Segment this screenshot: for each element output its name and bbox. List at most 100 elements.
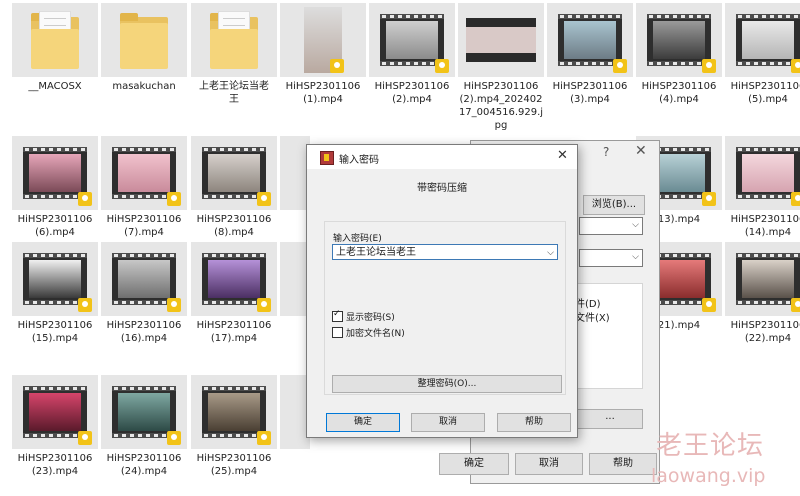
- browse-button[interactable]: 浏览(B)...: [583, 195, 645, 215]
- file-tile[interactable]: HiHSP2301106 (14).mp4: [725, 136, 800, 239]
- film-strip-icon: [380, 14, 444, 66]
- chevron-down-icon: ⌵: [632, 252, 639, 262]
- player-badge-icon: [78, 298, 92, 312]
- file-tile[interactable]: masakuchan: [101, 3, 187, 93]
- winrar-app-icon: [320, 151, 334, 165]
- ok-button[interactable]: 确定: [439, 453, 509, 475]
- player-badge-icon: [257, 298, 271, 312]
- file-tile[interactable]: HiHSP2301106 (2).mp4_202402 17_004516.92…: [458, 3, 544, 132]
- player-badge-icon: [702, 298, 716, 312]
- film-strip-icon: [647, 14, 711, 66]
- cancel-button[interactable]: 取消: [411, 413, 485, 432]
- image-preview: [466, 18, 536, 62]
- archive-option-label[interactable]: 件(D): [575, 295, 601, 310]
- organize-passwords-button[interactable]: 整理密码(O)...: [332, 375, 562, 393]
- film-strip-icon: [23, 253, 87, 305]
- file-tile[interactable]: HiHSP2301106 (25).mp4: [191, 375, 277, 478]
- file-name: HiHSP2301106 (3).mp4: [552, 81, 628, 105]
- watermark-text: 老王论坛: [656, 431, 765, 461]
- video-thumbnail: [280, 3, 366, 77]
- player-badge-icon: [257, 192, 271, 206]
- file-name: HiHSP2301106 (4).mp4: [641, 81, 717, 105]
- file-name: HiHSP2301106 (7).mp4: [106, 214, 182, 238]
- film-strip-icon: [23, 147, 87, 199]
- file-tile[interactable]: HiHSP2301106 (4).mp4: [636, 3, 722, 106]
- player-badge-icon: [702, 192, 716, 206]
- film-strip-icon: [202, 147, 266, 199]
- file-name: HiHSP2301106 (15).mp4: [17, 320, 93, 344]
- video-thumbnail: [191, 375, 277, 449]
- file-tile[interactable]: __MACOSX: [12, 3, 98, 93]
- show-password-checkbox[interactable]: 显示密码(S): [332, 309, 395, 323]
- player-badge-icon: [167, 431, 181, 445]
- close-icon[interactable]: ✕: [557, 148, 568, 163]
- file-name: HiHSP2301106 (14).mp4: [730, 214, 800, 238]
- player-badge-icon: [791, 298, 800, 312]
- file-name: HiHSP2301106 (1).mp4: [285, 81, 361, 105]
- archive-option-label[interactable]: 文件(X): [575, 309, 610, 324]
- file-name: HiHSP2301106 (23).mp4: [17, 453, 93, 477]
- file-tile[interactable]: HiHSP2301106 (16).mp4: [101, 242, 187, 345]
- password-input[interactable]: 上老王论坛当老王 ⌵: [332, 244, 558, 260]
- file-tile[interactable]: HiHSP2301106 (23).mp4: [12, 375, 98, 478]
- show-password-label: 显示密码(S): [346, 313, 395, 323]
- file-tile[interactable]: HiHSP2301106 (6).mp4: [12, 136, 98, 239]
- video-thumbnail: [101, 242, 187, 316]
- password-label: 输入密码(E): [333, 234, 382, 244]
- file-tile[interactable]: HiHSP2301106 (2).mp4: [369, 3, 455, 106]
- help-button[interactable]: 帮助: [497, 413, 571, 432]
- video-thumbnail: [725, 136, 800, 210]
- ok-button[interactable]: 确定: [326, 413, 400, 432]
- file-tile[interactable]: HiHSP2301106 (3).mp4: [547, 3, 633, 106]
- more-button[interactable]: ...: [577, 409, 643, 429]
- file-tile[interactable]: HiHSP2301106 (22).mp4: [725, 242, 800, 345]
- help-button[interactable]: 帮助: [589, 453, 657, 475]
- chevron-down-icon: ⌵: [632, 220, 639, 230]
- watermark-url: laowang.vip: [651, 465, 766, 487]
- dialog-titlebar[interactable]: 输入密码 ✕: [307, 145, 577, 169]
- archive-name-combo[interactable]: ⌵: [579, 217, 643, 235]
- file-tile[interactable]: HiHSP2301106 (15).mp4: [12, 242, 98, 345]
- folder-icon: [210, 11, 258, 69]
- film-strip-icon: [736, 253, 800, 305]
- folder-thumbnail: [12, 3, 98, 77]
- video-thumbnail: [12, 242, 98, 316]
- file-name: 上老王论坛当老 王: [199, 81, 269, 105]
- folder-icon: [31, 11, 79, 69]
- player-badge-icon: [257, 431, 271, 445]
- file-tile[interactable]: HiHSP2301106 (5).mp4: [725, 3, 800, 106]
- file-name: __MACOSX: [28, 81, 82, 92]
- video-thumbnail: [101, 136, 187, 210]
- dialog-title: 输入密码: [339, 155, 379, 166]
- close-icon[interactable]: ✕: [635, 143, 647, 159]
- file-name: HiHSP2301106 (25).mp4: [196, 453, 272, 477]
- file-name: HiHSP2301106 (17).mp4: [196, 320, 272, 344]
- help-icon[interactable]: ?: [603, 145, 609, 159]
- file-tile[interactable]: HiHSP2301106 (1).mp4: [280, 3, 366, 106]
- player-badge-icon: [167, 192, 181, 206]
- file-tile[interactable]: HiHSP2301106 (8).mp4: [191, 136, 277, 239]
- film-strip-icon: [112, 147, 176, 199]
- password-dialog: 输入密码 ✕ 带密码压缩 输入密码(E) 上老王论坛当老王 ⌵ 显示密码(S) …: [306, 144, 578, 438]
- file-name: HiHSP2301106 (2).mp4_202402 17_004516.92…: [458, 81, 544, 131]
- film-strip-icon: [202, 253, 266, 305]
- file-tile[interactable]: HiHSP2301106 (7).mp4: [101, 136, 187, 239]
- update-mode-combo[interactable]: ⌵: [579, 249, 643, 267]
- player-badge-icon: [702, 59, 716, 73]
- player-badge-icon: [167, 298, 181, 312]
- player-badge-icon: [613, 59, 627, 73]
- file-tile[interactable]: 上老王论坛当老 王: [191, 3, 277, 106]
- file-tile[interactable]: HiHSP2301106 (17).mp4: [191, 242, 277, 345]
- file-tile[interactable]: HiHSP2301106 (24).mp4: [101, 375, 187, 478]
- cancel-button[interactable]: 取消: [515, 453, 583, 475]
- video-thumbnail: [547, 3, 633, 77]
- video-thumbnail: [12, 136, 98, 210]
- encrypt-filenames-checkbox[interactable]: 加密文件名(N): [332, 326, 405, 339]
- dialog-heading: 带密码压缩: [417, 183, 467, 194]
- video-thumbnail: [191, 242, 277, 316]
- chevron-down-icon[interactable]: ⌵: [547, 245, 554, 261]
- film-strip-icon: [112, 253, 176, 305]
- checkbox-checked-icon: [332, 309, 343, 322]
- file-name: HiHSP2301106 (22).mp4: [730, 320, 800, 344]
- file-name: HiHSP2301106 (8).mp4: [196, 214, 272, 238]
